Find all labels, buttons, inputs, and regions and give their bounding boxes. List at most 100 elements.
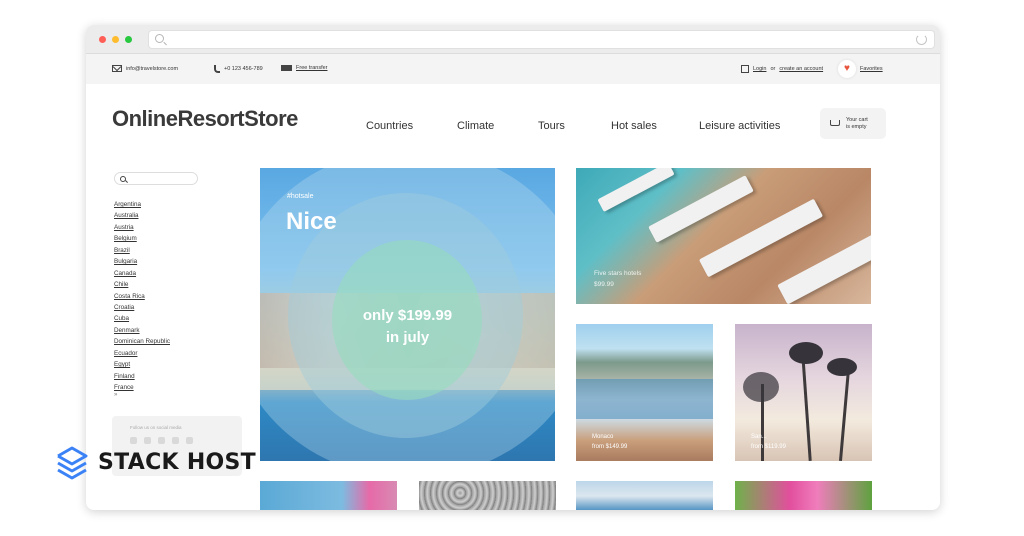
nav-leisure-activities[interactable]: Leisure activities — [699, 120, 780, 132]
phone-icon — [214, 65, 220, 73]
country-link[interactable]: Austria — [114, 222, 170, 233]
top-info-bar: info@travelstore.com +0 123 456-789 Free… — [86, 54, 940, 84]
bottom-tile-3[interactable] — [576, 481, 713, 510]
pool-caption: Five stars hotels $99.99 — [594, 268, 641, 290]
country-link[interactable]: Australia — [114, 210, 170, 221]
country-link[interactable]: Cuba — [114, 313, 170, 324]
social-label: Follow us on social media — [130, 425, 182, 430]
heart-icon: ♥ — [844, 63, 850, 74]
transfer-link[interactable]: Free transfer — [281, 65, 327, 71]
palm-trunk — [838, 369, 851, 461]
address-bar[interactable] — [148, 30, 935, 49]
site-header: OnlineResortStore Countries Climate Tour… — [86, 84, 940, 149]
social-icon[interactable] — [158, 437, 165, 444]
country-link[interactable]: Chile — [114, 279, 170, 290]
hero-title: Nice — [286, 208, 337, 235]
country-link[interactable]: Egypt — [114, 359, 170, 370]
country-list: Argentina Australia Austria Belgium Braz… — [114, 199, 170, 393]
cart-icon — [830, 120, 840, 126]
harbor-caption: Monaco from $149.99 — [592, 432, 627, 452]
country-link[interactable]: Bulgaria — [114, 256, 170, 267]
site-logo[interactable]: OnlineResortStore — [112, 106, 298, 132]
browser-chrome — [86, 25, 940, 54]
lounger-image — [648, 175, 754, 243]
lounger-image — [597, 168, 675, 212]
email-text: info@travelstore.com — [126, 65, 179, 72]
more-countries-link[interactable]: » — [114, 392, 117, 398]
phone-text: +0 123 456-789 — [224, 66, 263, 72]
screenshot-stage: info@travelstore.com +0 123 456-789 Free… — [0, 0, 1024, 536]
palm-crown — [789, 342, 823, 364]
pool-hotel-tile[interactable]: Five stars hotels $99.99 — [576, 168, 871, 304]
cart-status-line1: Your cart — [846, 117, 868, 123]
country-link[interactable]: Belgium — [114, 233, 170, 244]
social-icons — [130, 437, 193, 444]
country-link[interactable]: Ecuador — [114, 348, 170, 359]
sidebar-search-input[interactable] — [114, 172, 198, 185]
country-link[interactable]: Brazil — [114, 245, 170, 256]
country-link[interactable]: Croatia — [114, 302, 170, 313]
truck-icon — [281, 65, 292, 71]
reload-icon[interactable] — [916, 34, 927, 45]
cart-status: Your cart is empty — [846, 117, 868, 131]
country-link[interactable]: Costa Rica — [114, 291, 170, 302]
country-link[interactable]: Finland — [114, 371, 170, 382]
close-window-button[interactable] — [99, 36, 106, 43]
social-icon[interactable] — [172, 437, 179, 444]
login-icon — [741, 65, 749, 73]
country-link[interactable]: France — [114, 382, 170, 393]
palm-crown — [743, 372, 779, 402]
stackhost-watermark: STACK HOST — [54, 444, 256, 480]
hero-hotsale-tile[interactable]: #hotsale Nice only $199.99 in july — [260, 168, 555, 461]
harbor-tile[interactable]: Monaco from $149.99 — [576, 324, 713, 461]
bottom-tile-2[interactable] — [419, 481, 556, 510]
country-link[interactable]: Denmark — [114, 325, 170, 336]
lounger-image — [698, 198, 824, 278]
email-contact[interactable]: info@travelstore.com — [112, 65, 178, 72]
login-or-text: or — [770, 66, 776, 72]
palm-trunk — [801, 354, 812, 461]
country-link[interactable]: Argentina — [114, 199, 170, 210]
bottom-tile-1[interactable] — [260, 481, 397, 510]
mail-icon — [112, 65, 122, 72]
search-icon — [120, 176, 126, 182]
social-icon[interactable] — [130, 437, 137, 444]
pool-caption-line1: Five stars hotels — [594, 270, 642, 277]
harbor-water — [576, 379, 713, 419]
nav-countries[interactable]: Countries — [366, 120, 413, 132]
transfer-text: Free transfer — [296, 65, 328, 71]
nav-climate[interactable]: Climate — [457, 120, 494, 132]
harbor-caption-line2: from $149.99 — [592, 444, 628, 450]
hero-price-line2: in july — [385, 329, 430, 346]
palm-crown — [827, 358, 857, 376]
nav-tours[interactable]: Tours — [538, 120, 565, 132]
browser-window: info@travelstore.com +0 123 456-789 Free… — [86, 25, 940, 510]
country-link[interactable]: Canada — [114, 268, 170, 279]
cart-button[interactable]: Your cart is empty — [820, 108, 886, 139]
search-icon — [155, 34, 164, 43]
palms-caption: San... from $119.99 — [751, 432, 786, 452]
hero-price-line1: only $199.99 — [362, 307, 453, 324]
hero-tag: #hotsale — [287, 193, 314, 200]
account-links: Login or create an account — [741, 65, 823, 73]
social-icon[interactable] — [186, 437, 193, 444]
nav-hot-sales[interactable]: Hot sales — [611, 120, 657, 132]
palms-tile[interactable]: San... from $119.99 — [735, 324, 872, 461]
hero-price: only $199.99 in july — [260, 305, 555, 349]
stackhost-logo-icon — [57, 446, 88, 480]
lounger-image — [777, 233, 871, 304]
social-icon[interactable] — [144, 437, 151, 444]
country-link[interactable]: Dominican Republic — [114, 336, 170, 347]
minimize-window-button[interactable] — [112, 36, 119, 43]
maximize-window-button[interactable] — [125, 36, 132, 43]
palms-caption-line2: from $119.99 — [751, 444, 786, 450]
favorites-text: Favorites — [860, 66, 883, 72]
cart-status-line2: is empty — [846, 124, 867, 130]
favorites-badge: ♥ — [838, 60, 856, 78]
login-link[interactable]: Login — [753, 66, 766, 72]
create-account-link[interactable]: create an account — [779, 66, 823, 72]
phone-contact[interactable]: +0 123 456-789 — [214, 65, 263, 73]
palms-caption-line1: San... — [751, 434, 767, 440]
favorites-link[interactable]: ♥ Favorites — [838, 60, 883, 78]
bottom-tile-4[interactable] — [735, 481, 872, 510]
